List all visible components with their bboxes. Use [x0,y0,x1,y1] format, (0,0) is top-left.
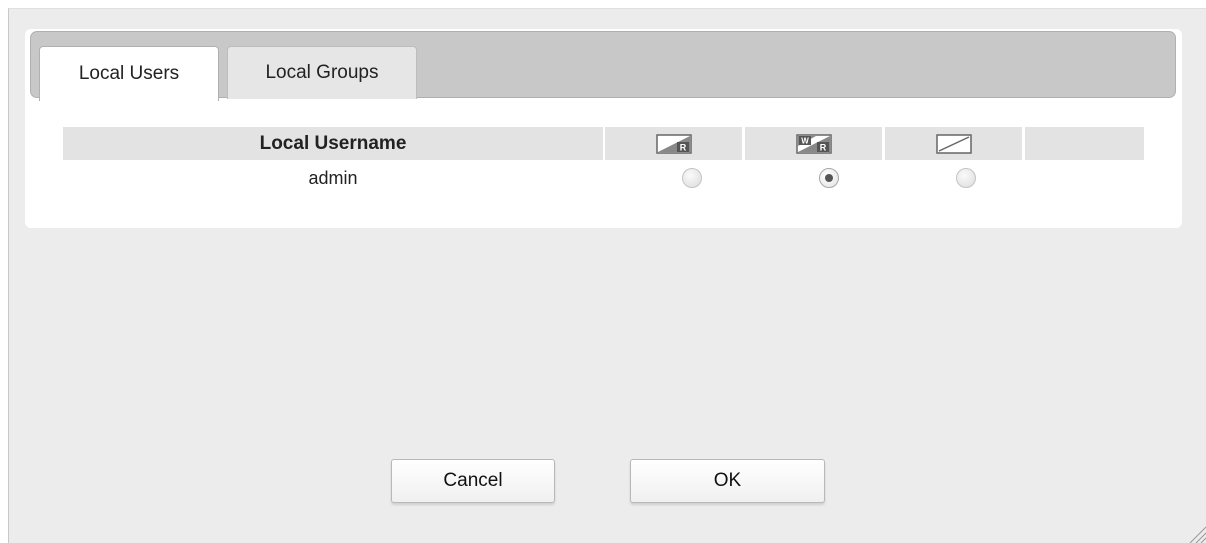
table-row: admin [63,160,1144,193]
resize-grip-icon[interactable] [1186,523,1206,543]
column-header-spacer [1025,127,1144,160]
ok-button[interactable]: OK [630,459,825,503]
read-write-radio[interactable] [818,168,839,188]
permission-table: Local Username R W R admin [63,127,1144,193]
cancel-button[interactable]: Cancel [391,459,555,503]
deny-access-icon [935,133,972,154]
table-header-row: Local Username R W R [63,127,1144,160]
column-header-read-only: R [605,127,742,160]
read-only-radio-cell [623,162,760,194]
tab-local-groups[interactable]: Local Groups [227,46,417,99]
column-header-username: Local Username [63,127,603,160]
column-header-deny [885,127,1022,160]
read-only-radio[interactable] [681,168,702,188]
tab-panel: Local Users Local Groups Local Username … [25,29,1182,228]
username-cell: admin [308,167,358,188]
deny-radio-cell [897,162,1034,194]
svg-text:R: R [679,142,686,152]
svg-text:W: W [801,136,809,145]
deny-radio[interactable] [955,168,976,188]
column-header-read-write: W R [745,127,882,160]
tab-local-users[interactable]: Local Users [39,46,219,101]
read-only-icon: R [655,133,692,154]
read-write-radio-cell [760,162,897,194]
tab-bar: Local Users Local Groups [30,31,1176,101]
read-write-icon: W R [795,133,832,154]
svg-text:R: R [819,142,826,152]
permission-dialog: Local Users Local Groups Local Username … [8,8,1206,543]
